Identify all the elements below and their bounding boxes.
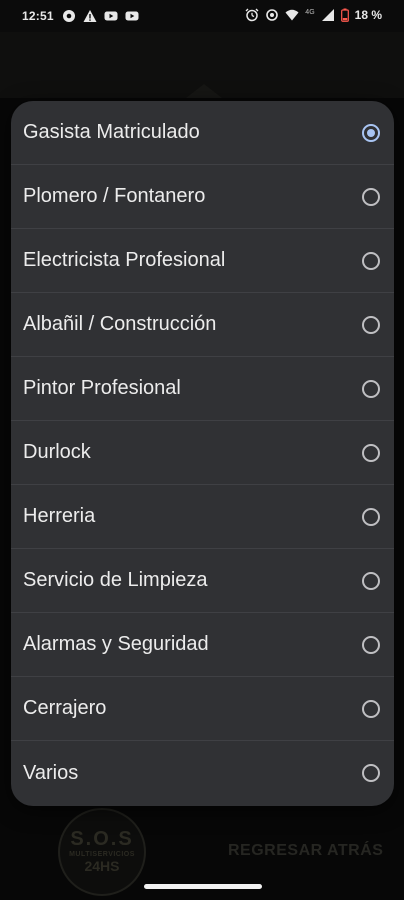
option-label: Varios: [23, 761, 79, 784]
warning-icon: [83, 10, 97, 22]
header-ornament: [186, 84, 222, 98]
option-alarmas-y-seguridad[interactable]: Alarmas y Seguridad: [11, 613, 394, 677]
option-durlock[interactable]: Durlock: [11, 421, 394, 485]
option-label: Alarmas y Seguridad: [23, 633, 209, 655]
logo-title: S.O.S: [70, 828, 134, 850]
radio-button[interactable]: [362, 635, 380, 654]
service-selection-dialog: Gasista Matriculado Plomero / Fontanero …: [11, 101, 394, 806]
wifi-icon: [285, 9, 299, 21]
battery-percent: 18 %: [354, 8, 382, 22]
status-left-icons: [62, 9, 139, 23]
option-servicio-de-limpieza[interactable]: Servicio de Limpieza: [11, 549, 394, 613]
alarm-icon: [245, 8, 259, 22]
option-varios[interactable]: Varios: [11, 741, 394, 805]
option-label: Electricista Profesional: [23, 249, 226, 271]
back-button[interactable]: REGRESAR ATRÁS: [228, 842, 383, 860]
radio-button[interactable]: [362, 443, 380, 462]
option-label: Durlock: [23, 441, 91, 463]
radio-button[interactable]: [362, 251, 380, 270]
radio-button[interactable]: [362, 571, 380, 590]
status-right-icons: 4G 18 %: [245, 8, 382, 22]
data-saver-icon: [266, 9, 279, 21]
status-bar: 12:51 4G 18 %: [0, 0, 404, 32]
gesture-nav-handle[interactable]: [144, 884, 262, 889]
option-label: Herreria: [23, 505, 96, 527]
option-label: Cerrajero: [23, 697, 107, 719]
option-herreria[interactable]: Herreria: [11, 485, 394, 549]
radio-button[interactable]: [362, 507, 380, 526]
radio-button[interactable]: [362, 699, 380, 718]
radio-button[interactable]: [362, 123, 380, 142]
option-pintor-profesional[interactable]: Pintor Profesional: [11, 357, 394, 421]
option-label: Gasista Matriculado: [23, 121, 200, 143]
option-cerrajero[interactable]: Cerrajero: [11, 677, 394, 741]
logo-subtitle: MULTISERVICIOS: [69, 851, 135, 858]
option-plomero-fontanero[interactable]: Plomero / Fontanero: [11, 165, 394, 229]
option-gasista-matriculado[interactable]: Gasista Matriculado: [11, 101, 394, 165]
screen: 12:51 4G 18 % S.O.S MULTISERVICIOS 24HS …: [0, 0, 404, 900]
radio-button[interactable]: [362, 187, 380, 206]
battery-icon: [340, 8, 349, 22]
youtube-icon: [125, 11, 139, 21]
radio-button[interactable]: [362, 379, 380, 398]
logo-hours: 24HS: [84, 858, 120, 874]
radio-button[interactable]: [362, 764, 380, 782]
signal-icon: [321, 9, 334, 21]
radio-button[interactable]: [362, 315, 380, 334]
settings-icon: [63, 10, 75, 22]
network-type: 4G: [305, 8, 315, 16]
option-electricista-profesional[interactable]: Electricista Profesional: [11, 229, 394, 293]
status-time: 12:51: [22, 9, 54, 23]
option-label: Plomero / Fontanero: [23, 185, 206, 207]
option-label: Albañil / Construcción: [23, 313, 217, 335]
option-label: Servicio de Limpieza: [23, 569, 208, 591]
sos-logo: S.O.S MULTISERVICIOS 24HS: [58, 808, 146, 896]
youtube-icon: [104, 11, 118, 21]
option-label: Pintor Profesional: [23, 377, 181, 399]
option-albanil-construccion[interactable]: Albañil / Construcción: [11, 293, 394, 357]
